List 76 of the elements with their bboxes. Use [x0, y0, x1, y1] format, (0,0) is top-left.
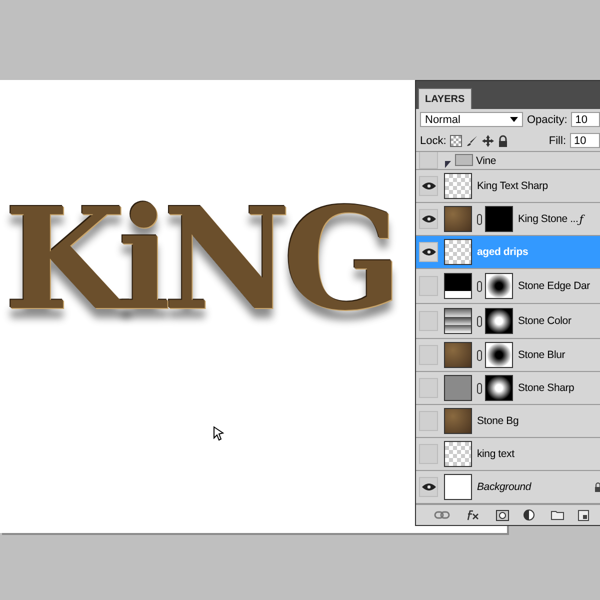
folder-icon[interactable] [551, 510, 564, 520]
brush-icon[interactable] [466, 134, 478, 146]
layer-name: Stone Blur [518, 349, 566, 361]
link-icon [477, 214, 482, 224]
effects-icon: ƒ [579, 212, 584, 226]
link-layers-icon[interactable] [434, 511, 450, 519]
eye-icon [422, 248, 436, 256]
layer-thumbnail [444, 375, 472, 401]
layer-thumbnail [444, 474, 472, 500]
eye-icon [422, 182, 436, 190]
link-icon [477, 316, 482, 326]
layer-row[interactable]: Background [416, 471, 600, 504]
folder-icon [455, 154, 473, 166]
opacity-field[interactable]: 10 [571, 112, 600, 127]
cursor-icon [211, 425, 227, 441]
blend-mode-dropdown[interactable]: Normal [420, 112, 523, 127]
layer-name: Background [477, 481, 532, 493]
layer-thumbnail [444, 173, 472, 199]
new-layer-icon[interactable] [578, 510, 589, 520]
layer-thumbnail [444, 239, 472, 265]
visibility-toggle[interactable] [419, 311, 438, 331]
layer-name: King Text Sharp [477, 180, 548, 192]
lock-icon [594, 482, 600, 492]
layer-thumbnail [444, 342, 472, 368]
visibility-toggle[interactable] [419, 276, 438, 296]
layer-name: Stone Color [518, 315, 572, 327]
caret-icon [510, 117, 518, 122]
layer-mask-thumbnail [485, 308, 513, 334]
layer-thumbnail [444, 206, 472, 232]
visibility-toggle[interactable] [419, 242, 438, 262]
add-mask-icon[interactable] [496, 510, 509, 520]
layer-name: Vine [476, 155, 496, 167]
link-icon [477, 350, 482, 360]
layer-name: aged drips [477, 246, 528, 258]
visibility-toggle[interactable] [419, 152, 438, 169]
move-icon[interactable] [482, 134, 494, 146]
layer-thumbnail [444, 408, 472, 434]
layer-row[interactable]: King Text Sharp [416, 170, 600, 203]
link-icon [477, 280, 482, 292]
layer-name: Stone Edge Dar [518, 280, 590, 292]
opacity-label: Opacity: [526, 114, 568, 126]
link-icon [477, 382, 482, 394]
layer-name: king text [477, 448, 514, 460]
visibility-toggle[interactable] [419, 444, 438, 464]
stone-text-art: KiNG [4, 190, 394, 330]
fill-field[interactable]: 10 [570, 133, 600, 148]
layer-thumbnail [444, 273, 472, 299]
layer-row[interactable]: King Stone ...ƒ [416, 203, 600, 236]
layer-name: Stone Sharp [518, 382, 574, 394]
layers-tab[interactable]: LAYERS [418, 88, 472, 109]
visibility-toggle[interactable] [419, 411, 438, 431]
visibility-toggle[interactable] [419, 378, 438, 398]
layer-row[interactable]: king text [416, 438, 600, 471]
layer-name: King Stone ... [518, 213, 578, 225]
layer-mask-thumbnail [485, 273, 513, 299]
half-circle-icon[interactable] [523, 509, 537, 521]
layer-row[interactable]: Stone Blur [416, 339, 600, 372]
layer-name: Stone Bg [477, 415, 519, 427]
visibility-toggle[interactable] [419, 345, 438, 365]
layer-row[interactable]: Vine [416, 152, 600, 170]
layer-mask-thumbnail [485, 375, 513, 401]
layer-mask-thumbnail [485, 206, 513, 232]
layer-row[interactable]: Stone Bg [416, 405, 600, 438]
lock-label: Lock: [420, 134, 446, 146]
layer-thumbnail [444, 308, 472, 334]
layer-row[interactable]: Stone Sharp [416, 372, 600, 405]
lock-transparency-icon[interactable] [450, 134, 462, 146]
layer-thumbnail [444, 441, 472, 467]
visibility-toggle[interactable] [419, 477, 438, 497]
lock-icon[interactable] [498, 134, 508, 146]
visibility-toggle[interactable] [419, 176, 438, 196]
eye-icon [422, 215, 436, 223]
visibility-toggle[interactable] [419, 209, 438, 229]
layer-mask-thumbnail [485, 342, 513, 368]
eye-icon [422, 483, 436, 491]
fill-label: Fill: [548, 134, 566, 146]
